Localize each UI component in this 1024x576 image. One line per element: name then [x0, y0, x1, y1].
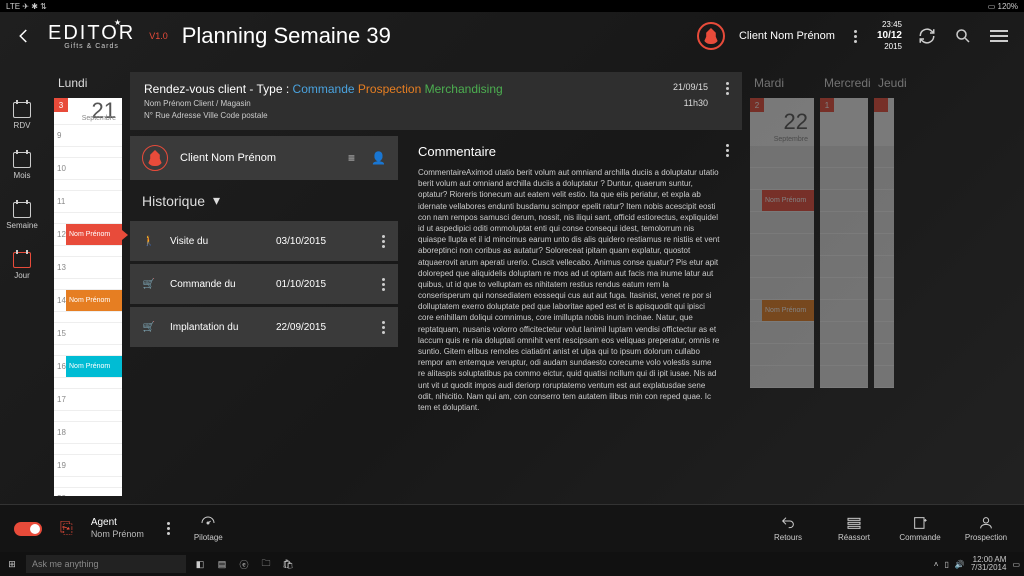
agent-menu-button[interactable]	[162, 522, 176, 535]
hour-row[interactable]: 10	[54, 158, 122, 180]
appt-count-badge: 3	[54, 98, 68, 112]
hour-row[interactable]: 20	[54, 488, 122, 496]
sidebar-item-semaine[interactable]: Semaine	[6, 202, 38, 230]
day-column-mardi[interactable]: Mardi 2 22 Septembre Nom Prénom Nom Prén…	[750, 72, 814, 496]
hour-row[interactable]: 15	[54, 323, 122, 345]
os-search-input[interactable]: Ask me anything	[26, 555, 186, 573]
history-row[interactable]: 🛒Commande du01/10/2015	[130, 264, 398, 304]
comment-label: Commentaire	[418, 144, 728, 159]
future-days: Mardi 2 22 Septembre Nom Prénom Nom Prén…	[750, 72, 894, 496]
volume-icon[interactable]: 🔊	[955, 560, 965, 569]
day-column-jeudi[interactable]: Jeudi	[874, 72, 894, 496]
taskbar-app-icon[interactable]: ▤	[214, 559, 230, 570]
app-header: EDITOR★ Gifts & Cards V1.0 Planning Sema…	[0, 12, 1024, 60]
os-taskbar: ⊞ Ask me anything ◧ ▤ ⓔ 🗀 🛍 ˄ ▯ 🔊 12:00 …	[0, 552, 1024, 576]
day-card[interactable]: 3 21 Septembre	[54, 98, 122, 125]
action-commande[interactable]: Commande	[896, 515, 944, 542]
edge-icon[interactable]: ⓔ	[236, 558, 252, 571]
person-icon	[142, 145, 168, 171]
action-reassort[interactable]: Réassort	[830, 515, 878, 542]
comment-body: CommentaireAximod utatio berit volum aut…	[418, 167, 728, 413]
sidebar-item-rdv[interactable]: RDV	[13, 102, 31, 130]
row-menu-button[interactable]	[376, 278, 390, 291]
bookmark-icon[interactable]: ⎘	[60, 520, 73, 538]
system-tray: ˄ ▯ 🔊 12:00 AM 7/31/2014 ▭	[934, 556, 1020, 572]
tray-up-icon[interactable]: ˄	[934, 560, 939, 569]
back-button[interactable]	[14, 26, 34, 46]
explorer-icon[interactable]: 🗀	[258, 556, 274, 572]
chevron-down-icon: ▾	[213, 192, 220, 209]
app-window: EDITOR★ Gifts & Cards V1.0 Planning Sema…	[0, 12, 1024, 552]
appt-chip[interactable]: Nom Prénom	[66, 224, 122, 245]
person-icon: 🚶	[142, 236, 156, 247]
row-menu-button[interactable]	[376, 235, 390, 248]
appt-chip[interactable]: Nom Prénom	[66, 356, 122, 377]
bottom-action-bar: ⎘ Agent Nom Prénom Pilotage Retours Réas…	[0, 504, 1024, 552]
client-menu-button[interactable]	[849, 30, 863, 43]
appt-chip[interactable]: Nom Prénom	[762, 300, 814, 321]
calendar-month-icon	[13, 152, 31, 168]
header-date: 23:45 10/12 2015	[877, 20, 902, 51]
sidebar-item-jour[interactable]: Jour	[13, 252, 31, 280]
day-column-lundi: Lundi 3 21 Septembre 9 10 11 12Nom Prénom 13…	[54, 72, 122, 496]
calendar-day-icon	[13, 252, 31, 268]
hour-row[interactable]: 9	[54, 125, 122, 147]
view-sidebar: RDV Mois Semaine Jour	[0, 72, 44, 280]
history-list: 🚶Visite du03/10/2015🛒Commande du01/10/20…	[130, 221, 398, 347]
user-icon[interactable]: 👤	[371, 151, 386, 165]
appointment-menu-button[interactable]	[720, 82, 734, 95]
toggle-switch[interactable]	[14, 522, 42, 536]
history-row[interactable]: 🚶Visite du03/10/2015	[130, 221, 398, 261]
hour-row[interactable]: 18	[54, 422, 122, 444]
hour-row[interactable]: 19	[54, 455, 122, 477]
cart-icon: 🛒	[142, 322, 156, 333]
row-menu-button[interactable]	[376, 321, 390, 334]
hour-row[interactable]: 13	[54, 257, 122, 279]
list-icon[interactable]: ≡	[348, 151, 355, 165]
action-prospection[interactable]: Prospection	[962, 515, 1010, 542]
version-label: V1.0	[149, 31, 168, 41]
agent-label: Agent Nom Prénom	[91, 517, 144, 540]
logo: EDITOR★ Gifts & Cards	[48, 23, 135, 50]
menu-button[interactable]	[988, 25, 1010, 47]
search-button[interactable]	[952, 25, 974, 47]
task-view-button[interactable]: ◧	[192, 559, 208, 570]
appt-chip[interactable]: Nom Prénom	[762, 190, 814, 211]
os-status-bar: LTE ✈ ✱ ⇅ ▭ 120%	[0, 0, 1024, 12]
client-name-header: Client Nom Prénom	[739, 30, 835, 42]
start-button[interactable]: ⊞	[4, 559, 20, 570]
page-title: Planning Semaine 39	[182, 23, 391, 49]
hour-row[interactable]: 14Nom Prénom	[54, 290, 122, 312]
comment-menu-button[interactable]	[720, 144, 734, 157]
hour-row[interactable]: 11	[54, 191, 122, 213]
cart-icon: 🛒	[142, 279, 156, 290]
appointment-detail: Rendez-vous client - Type : Commande Pro…	[130, 72, 742, 496]
calendar-week-icon	[13, 202, 31, 218]
pilotage-button[interactable]: Pilotage	[194, 515, 223, 542]
store-icon[interactable]: 🛍	[280, 559, 296, 570]
hour-row[interactable]: 16Nom Prénom	[54, 356, 122, 378]
appointment-header: Rendez-vous client - Type : Commande Pro…	[130, 72, 742, 130]
appointment-title: Rendez-vous client - Type : Commande Pro…	[144, 82, 673, 96]
sidebar-item-mois[interactable]: Mois	[13, 152, 31, 180]
hour-row[interactable]: 17	[54, 389, 122, 411]
calendar-icon	[13, 102, 31, 118]
client-card[interactable]: Client Nom Prénom ≡ 👤	[130, 136, 398, 180]
history-header[interactable]: Historique ▾	[130, 186, 398, 215]
refresh-button[interactable]	[916, 25, 938, 47]
appt-chip[interactable]: Nom Prénom	[66, 290, 122, 311]
notifications-icon[interactable]: ▭	[1012, 560, 1020, 569]
hour-row[interactable]: 12Nom Prénom	[54, 224, 122, 246]
battery-icon[interactable]: ▯	[944, 560, 948, 569]
hour-list: 9 10 11 12Nom Prénom 13 14Nom Prénom 15 16Nom P…	[54, 125, 122, 496]
history-row[interactable]: 🛒Implantation du22/09/2015	[130, 307, 398, 347]
day-column-mercredi[interactable]: Mercredi 1	[820, 72, 868, 496]
comment-panel: Commentaire CommentaireAximod utatio ber…	[404, 136, 742, 496]
client-avatar-icon[interactable]	[697, 22, 725, 50]
day-header: Lundi	[54, 72, 122, 98]
planning-body: Lundi 3 21 Septembre 9 10 11 12Nom Prénom 13…	[54, 72, 1024, 496]
action-retours[interactable]: Retours	[764, 515, 812, 542]
